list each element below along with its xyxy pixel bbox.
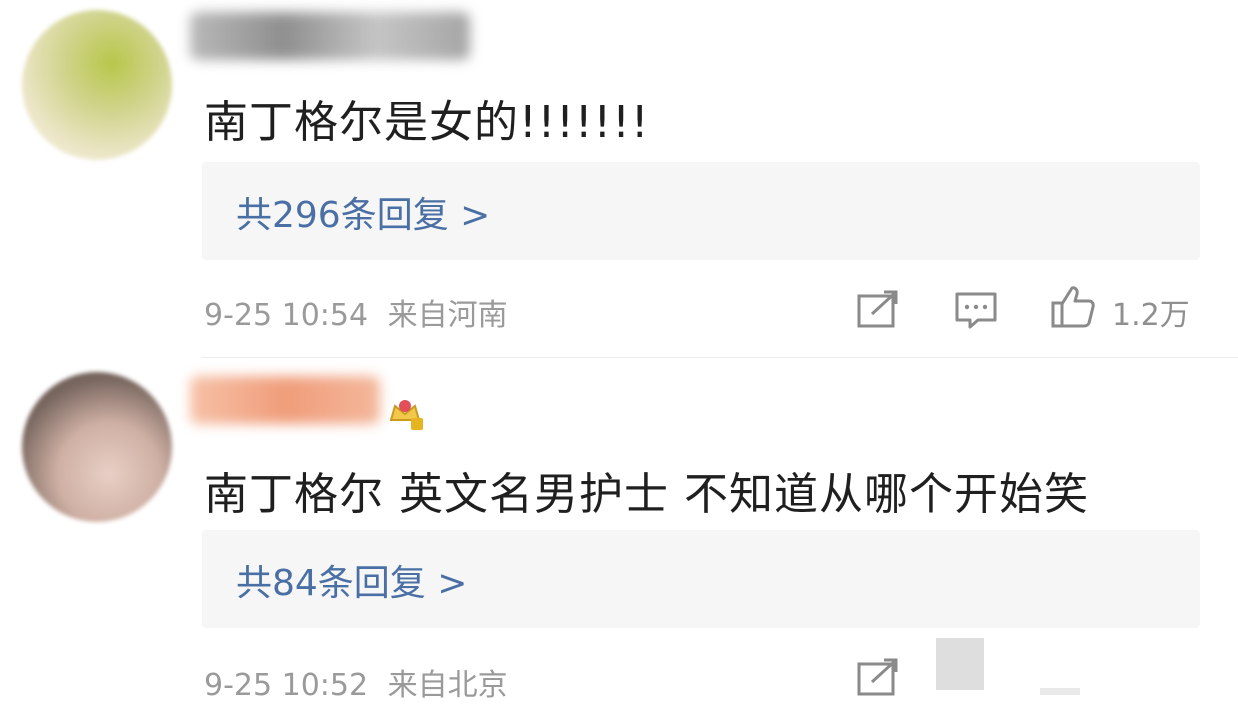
- like-count: 1.2万: [1112, 298, 1190, 333]
- comment-icon[interactable]: [954, 290, 998, 330]
- share-icon[interactable]: [856, 290, 900, 330]
- reply-box[interactable]: 共84条回复 >: [202, 530, 1200, 628]
- username-blurred[interactable]: [190, 376, 380, 424]
- level-badge-icon: [389, 400, 423, 430]
- comment-meta: 9-25 10:52 来自北京: [204, 660, 508, 704]
- comment-item-2: 南丁格尔 英文名男护士 不知道从哪个开始笑 共84条回复 > 9-25 10:5…: [0, 358, 1238, 703]
- comment-text: 南丁格尔 英文名男护士 不知道从哪个开始笑: [204, 469, 1089, 520]
- username-blurred[interactable]: [190, 12, 470, 60]
- avatar[interactable]: [22, 372, 172, 522]
- comment-time: 9-25 10:54: [204, 298, 369, 333]
- reply-count-link[interactable]: 共84条回复 >: [236, 554, 467, 606]
- like-icon[interactable]: [1050, 284, 1096, 330]
- comment-text: 南丁格尔是女的!!!!!!!: [204, 97, 650, 148]
- reply-box[interactable]: 共296条回复 >: [202, 162, 1200, 260]
- obscured-region: [1040, 688, 1080, 695]
- reply-count-link[interactable]: 共296条回复 >: [236, 186, 490, 238]
- comment-time: 9-25 10:52: [204, 668, 369, 703]
- comment-item-1: 南丁格尔是女的!!!!!!! 共296条回复 > 9-25 10:54 来自河南…: [0, 0, 1238, 358]
- share-icon[interactable]: [856, 658, 900, 698]
- obscured-region: [936, 638, 984, 690]
- comment-meta: 9-25 10:54 来自河南: [204, 290, 508, 334]
- avatar[interactable]: [22, 10, 172, 160]
- comment-location: 来自北京: [387, 668, 508, 703]
- comment-location: 来自河南: [387, 298, 508, 333]
